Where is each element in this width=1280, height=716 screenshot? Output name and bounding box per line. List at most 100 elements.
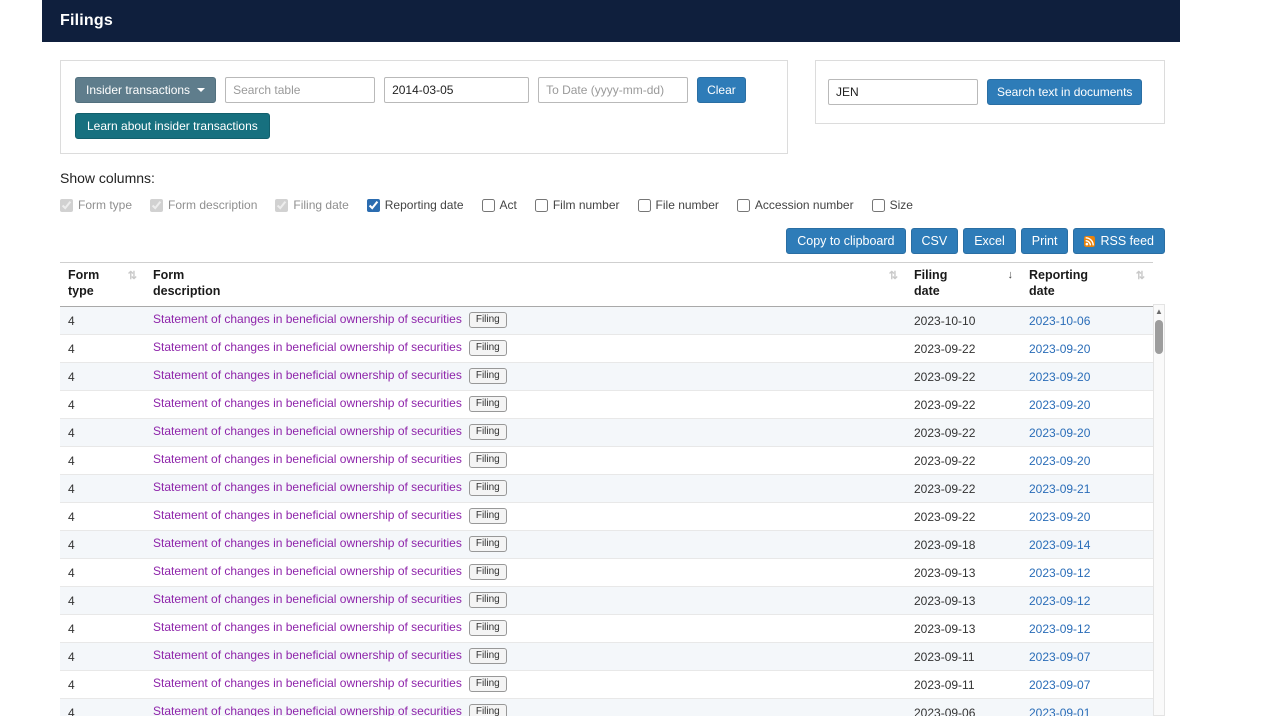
column-header-form-description[interactable]: Form description ⇅: [145, 261, 906, 308]
form-description-link[interactable]: Statement of changes in beneficial owner…: [153, 312, 462, 326]
column-header-reporting-date[interactable]: Reporting date ⇅: [1021, 261, 1153, 308]
form-description-link[interactable]: Statement of changes in beneficial owner…: [153, 480, 462, 494]
film-number-checkbox[interactable]: [534, 198, 548, 212]
from-date-input[interactable]: [384, 77, 530, 103]
form-description-link[interactable]: Statement of changes in beneficial owner…: [153, 536, 462, 550]
form-description-link[interactable]: Statement of changes in beneficial owner…: [153, 564, 462, 578]
filings-page: Filings Insider transactions Clear Learn…: [42, 0, 1180, 716]
filing-date-checkbox: [275, 198, 289, 212]
chevron-down-icon: [197, 88, 206, 92]
filing-badge-button[interactable]: Filing: [468, 536, 507, 553]
form-description-link[interactable]: Statement of changes in beneficial owner…: [153, 340, 462, 354]
table-row: 4 Statement of changes in beneficial owne…: [60, 614, 1153, 643]
reporting-date-link[interactable]: 2023-09-20: [1029, 398, 1090, 412]
filing-date-cell: 2023-09-11: [906, 670, 1021, 699]
filing-badge-button[interactable]: Filing: [468, 704, 507, 716]
filing-badge-button[interactable]: Filing: [468, 592, 507, 609]
reporting-date-link[interactable]: 2023-09-07: [1029, 678, 1090, 692]
column-toggle-accession-number[interactable]: Accession number: [736, 198, 854, 212]
form-description-link[interactable]: Statement of changes in beneficial owner…: [153, 452, 462, 466]
clear-button[interactable]: Clear: [697, 77, 746, 103]
form-description-link[interactable]: Statement of changes in beneficial owner…: [153, 648, 462, 662]
filing-type-dropdown-label: Insider transactions: [86, 83, 191, 97]
excel-button[interactable]: Excel: [963, 228, 1016, 254]
form-description-link[interactable]: Statement of changes in beneficial owner…: [153, 592, 462, 606]
rss-icon: [1084, 235, 1096, 247]
column-toggle-reporting-date[interactable]: Reporting date: [366, 198, 464, 212]
filing-badge-button[interactable]: Filing: [468, 676, 507, 693]
scroll-up-icon[interactable]: ▲: [1154, 305, 1164, 318]
filing-badge-button[interactable]: Filing: [468, 620, 507, 637]
reporting-date-link[interactable]: 2023-09-20: [1029, 510, 1090, 524]
filing-badge-button[interactable]: Filing: [468, 396, 507, 413]
column-header-form-type[interactable]: Form type ⇅: [60, 261, 145, 308]
form-description-link[interactable]: Statement of changes in beneficial owner…: [153, 368, 462, 382]
sort-desc-icon: ↓: [1007, 269, 1014, 281]
table-row: 4 Statement of changes in beneficial owne…: [60, 390, 1153, 419]
reporting-date-link[interactable]: 2023-09-20: [1029, 370, 1090, 384]
filing-badge-button[interactable]: Filing: [468, 368, 507, 385]
form-description-link[interactable]: Statement of changes in beneficial owner…: [153, 508, 462, 522]
column-header-filing-date[interactable]: Filing date ↓: [906, 261, 1021, 308]
reporting-date-link[interactable]: 2023-09-12: [1029, 622, 1090, 636]
form-type-cell: 4: [60, 306, 145, 335]
reporting-date-cell: 2023-09-20: [1021, 446, 1153, 475]
form-description-link[interactable]: Statement of changes in beneficial owner…: [153, 396, 462, 410]
print-button[interactable]: Print: [1020, 228, 1069, 254]
filing-badge-button[interactable]: Filing: [468, 508, 507, 525]
column-toggle-form-description: Form description: [150, 198, 257, 212]
form-description-link[interactable]: Statement of changes in beneficial owner…: [153, 676, 462, 690]
form-type-cell: 4: [60, 446, 145, 475]
accession-number-checkbox[interactable]: [736, 198, 750, 212]
to-date-input[interactable]: [538, 77, 689, 103]
search-documents-button[interactable]: Search text in documents: [987, 79, 1143, 105]
reporting-date-link[interactable]: 2023-09-20: [1029, 342, 1090, 356]
column-toggle-film-number[interactable]: Film number: [534, 198, 620, 212]
column-toggle-file-number[interactable]: File number: [637, 198, 719, 212]
learn-insider-transactions-button[interactable]: Learn about insider transactions: [75, 113, 270, 139]
column-toggle-act[interactable]: Act: [481, 198, 517, 212]
act-checkbox[interactable]: [481, 198, 495, 212]
column-toggle-size[interactable]: Size: [871, 198, 913, 212]
form-description-link[interactable]: Statement of changes in beneficial owner…: [153, 424, 462, 438]
copy-to-clipboard-button[interactable]: Copy to clipboard: [786, 228, 906, 254]
scrollbar-thumb[interactable]: [1155, 320, 1163, 354]
reporting-date-link[interactable]: 2023-10-06: [1029, 314, 1090, 328]
filing-badge-button[interactable]: Filing: [468, 564, 507, 581]
filing-badge-button[interactable]: Filing: [468, 424, 507, 441]
export-buttons: Copy to clipboard CSV Excel Print RSS feed: [60, 228, 1165, 254]
form-description-link[interactable]: Statement of changes in beneficial owner…: [153, 620, 462, 634]
form-type-cell: 4: [60, 698, 145, 716]
reporting-date-link[interactable]: 2023-09-12: [1029, 594, 1090, 608]
form-type-cell: 4: [60, 586, 145, 615]
filing-badge-button[interactable]: Filing: [468, 648, 507, 665]
form-type-cell: 4: [60, 642, 145, 671]
filing-type-dropdown[interactable]: Insider transactions: [75, 77, 217, 103]
document-search-input[interactable]: [828, 79, 978, 105]
size-checkbox[interactable]: [871, 198, 885, 212]
filing-badge-button[interactable]: Filing: [468, 340, 507, 357]
reporting-date-link[interactable]: 2023-09-21: [1029, 482, 1090, 496]
reporting-date-link[interactable]: 2023-09-01: [1029, 706, 1090, 716]
filing-badge-button[interactable]: Filing: [468, 312, 507, 329]
file-number-checkbox[interactable]: [637, 198, 651, 212]
reporting-date-checkbox[interactable]: [366, 198, 380, 212]
form-description-link[interactable]: Statement of changes in beneficial owner…: [153, 704, 462, 716]
column-toggle-label: Filing date: [293, 198, 349, 212]
csv-button[interactable]: CSV: [910, 228, 959, 254]
form-type-checkbox: [60, 198, 73, 212]
table-row: 4 Statement of changes in beneficial owne…: [60, 558, 1153, 587]
filing-badge-button[interactable]: Filing: [468, 480, 507, 497]
filing-date-cell: 2023-09-22: [906, 418, 1021, 447]
reporting-date-link[interactable]: 2023-09-20: [1029, 426, 1090, 440]
search-table-input[interactable]: [225, 77, 376, 103]
reporting-date-link[interactable]: 2023-09-07: [1029, 650, 1090, 664]
reporting-date-link[interactable]: 2023-09-14: [1029, 538, 1090, 552]
table-scrollbar[interactable]: ▲: [1153, 304, 1165, 716]
filing-badge-button[interactable]: Filing: [468, 452, 507, 469]
reporting-date-link[interactable]: 2023-09-12: [1029, 566, 1090, 580]
rss-feed-label: RSS feed: [1100, 234, 1154, 248]
form-type-cell: 4: [60, 474, 145, 503]
reporting-date-link[interactable]: 2023-09-20: [1029, 454, 1090, 468]
rss-feed-button[interactable]: RSS feed: [1073, 228, 1165, 254]
